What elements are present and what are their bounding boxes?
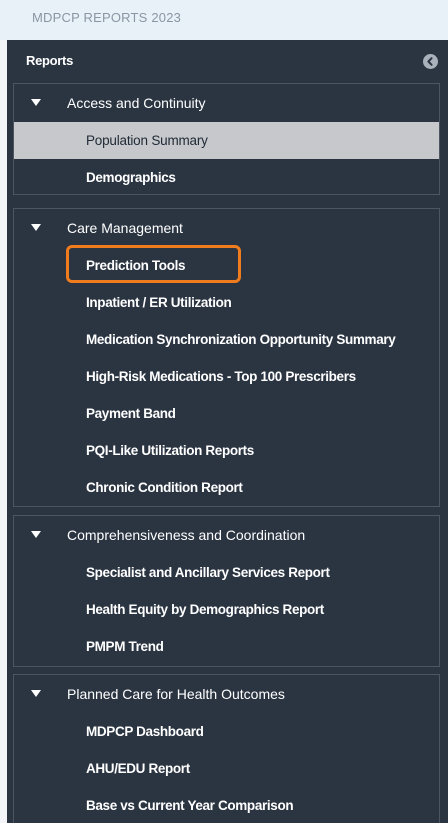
section-header-access-and-continuity[interactable]: Access and Continuity [14,84,439,122]
caret-down-icon [31,99,41,106]
section-label: Access and Continuity [67,95,206,111]
section-label: Planned Care for Health Outcomes [67,686,285,702]
report-chronic-condition[interactable]: Chronic Condition Report [14,469,439,506]
section-label: Care Management [67,220,183,236]
chevron-left-circle-icon[interactable] [423,54,438,69]
report-high-risk-medications[interactable]: High-Risk Medications - Top 100 Prescrib… [14,358,439,395]
section-planned-care: Planned Care for Health Outcomes MDPCP D… [13,674,440,823]
report-base-vs-current-year[interactable]: Base vs Current Year Comparison [14,787,439,823]
panel-title: Reports [26,53,74,68]
section-header-care-management[interactable]: Care Management [14,209,439,247]
section-access-and-continuity: Access and Continuity Population Summary… [13,83,440,195]
report-pqi-like-utilization[interactable]: PQI-Like Utilization Reports [14,432,439,469]
report-mdpcp-dashboard[interactable]: MDPCP Dashboard [14,713,439,750]
report-pmpm-trend[interactable]: PMPM Trend [14,628,439,665]
report-medication-synchronization[interactable]: Medication Synchronization Opportunity S… [14,321,439,358]
reports-panel: Reports Access and Continuity Population… [7,40,448,823]
left-edge [0,40,7,823]
report-prediction-tools[interactable]: Prediction Tools [14,247,439,284]
caret-down-icon [31,224,41,231]
section-header-planned-care[interactable]: Planned Care for Health Outcomes [14,675,439,713]
report-payment-band[interactable]: Payment Band [14,395,439,432]
report-population-summary[interactable]: Population Summary [14,122,439,159]
report-demographics[interactable]: Demographics [14,159,439,196]
caret-down-icon [31,690,41,697]
report-ahu-edu[interactable]: AHU/EDU Report [14,750,439,787]
section-label: Comprehensiveness and Coordination [67,527,306,543]
section-header-comprehensiveness-and-coordination[interactable]: Comprehensiveness and Coordination [14,516,439,554]
section-comprehensiveness-and-coordination: Comprehensiveness and Coordination Speci… [13,515,440,667]
report-health-equity[interactable]: Health Equity by Demographics Report [14,591,439,628]
app-title-bar: MDPCP REPORTS 2023 [0,0,448,40]
report-specialist-ancillary[interactable]: Specialist and Ancillary Services Report [14,554,439,591]
section-care-management: Care Management Prediction Tools Inpatie… [13,208,440,507]
panel-header: Reports [7,40,448,82]
report-inpatient-er-utilization[interactable]: Inpatient / ER Utilization [14,284,439,321]
app-title: MDPCP REPORTS 2023 [32,10,182,25]
caret-down-icon [31,531,41,538]
